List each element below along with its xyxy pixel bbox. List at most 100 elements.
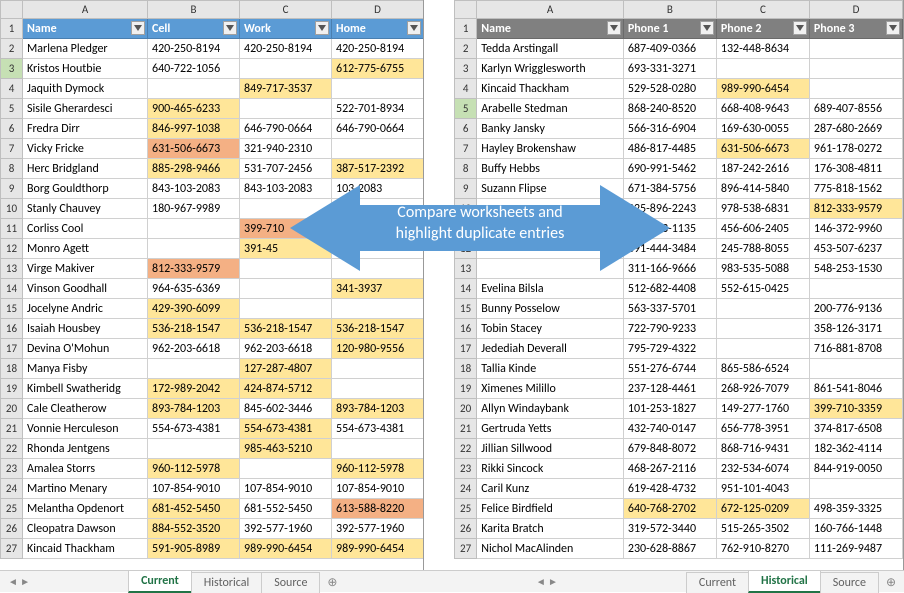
cell[interactable]: 107-854-9010 bbox=[240, 479, 332, 499]
cell[interactable]: 891-444-3484 bbox=[623, 239, 716, 259]
cell[interactable]: 893-784-1203 bbox=[332, 399, 424, 419]
cell[interactable]: 232-534-6074 bbox=[716, 459, 809, 479]
row-header-22[interactable]: 22 bbox=[1, 439, 23, 459]
cell[interactable]: 681-452-5450 bbox=[148, 499, 240, 519]
cell[interactable] bbox=[332, 139, 424, 159]
cell[interactable]: 420-250-8194 bbox=[240, 39, 332, 59]
cell[interactable]: 962-203-6618 bbox=[148, 339, 240, 359]
row-header-4[interactable]: 4 bbox=[455, 79, 477, 99]
row-header-12[interactable]: 12 bbox=[1, 239, 23, 259]
row-header-9[interactable]: 9 bbox=[455, 179, 477, 199]
cell[interactable]: 160-766-1448 bbox=[809, 519, 902, 539]
row-header-6[interactable]: 6 bbox=[1, 119, 23, 139]
filter-dropdown-icon[interactable] bbox=[407, 21, 421, 35]
cell[interactable]: 985-463-5210 bbox=[240, 439, 332, 459]
cell[interactable] bbox=[716, 319, 809, 339]
cell[interactable]: 983-535-5088 bbox=[716, 259, 809, 279]
tab-current[interactable]: Current bbox=[686, 572, 749, 593]
cell[interactable]: Suzann Flipse bbox=[477, 179, 624, 199]
cell[interactable]: 693-331-3271 bbox=[623, 59, 716, 79]
cell[interactable] bbox=[332, 259, 424, 279]
header-name[interactable]: Name bbox=[477, 19, 624, 39]
cell[interactable]: 515-265-3502 bbox=[716, 519, 809, 539]
cell[interactable]: Evelina Bilsla bbox=[477, 279, 624, 299]
cell[interactable]: Fredra Dirr bbox=[23, 119, 148, 139]
cell[interactable]: 311-166-9666 bbox=[623, 259, 716, 279]
cell[interactable]: 646-790-0664 bbox=[332, 119, 424, 139]
cell[interactable]: 392-577-1960 bbox=[240, 519, 332, 539]
row-header-18[interactable]: 18 bbox=[1, 359, 23, 379]
cell[interactable]: 268-926-7079 bbox=[716, 379, 809, 399]
col-header-D[interactable]: D bbox=[332, 1, 424, 19]
filter-dropdown-icon[interactable] bbox=[131, 21, 145, 35]
cell[interactable]: 456-606-2405 bbox=[716, 219, 809, 239]
row-header-17[interactable]: 17 bbox=[1, 339, 23, 359]
row-header-26[interactable]: 26 bbox=[455, 519, 477, 539]
col-header-C[interactable]: C bbox=[716, 1, 809, 19]
cell[interactable] bbox=[148, 439, 240, 459]
cell[interactable]: Amalea Storrs bbox=[23, 459, 148, 479]
cell[interactable]: Karlyn Wrigglesworth bbox=[477, 59, 624, 79]
cell[interactable]: Caril Kunz bbox=[477, 479, 624, 499]
row-header-2[interactable]: 2 bbox=[1, 39, 23, 59]
cell[interactable]: 341-3937 bbox=[332, 279, 424, 299]
cell[interactable]: 420-250-8194 bbox=[332, 39, 424, 59]
cell[interactable]: 548-253-1530 bbox=[809, 259, 902, 279]
cell[interactable]: 989-990-6454 bbox=[716, 79, 809, 99]
cell[interactable] bbox=[148, 239, 240, 259]
cell[interactable]: 613-588-8220 bbox=[332, 499, 424, 519]
filter-dropdown-icon[interactable] bbox=[700, 21, 714, 35]
cell[interactable] bbox=[809, 479, 902, 499]
row-header-16[interactable]: 16 bbox=[455, 319, 477, 339]
new-sheet-button[interactable]: ⊕ bbox=[319, 572, 345, 593]
cell[interactable]: 107-854-9010 bbox=[332, 479, 424, 499]
cell[interactable]: 554-673-4381 bbox=[148, 419, 240, 439]
cell[interactable]: 846-997-1038 bbox=[148, 119, 240, 139]
cell[interactable] bbox=[716, 59, 809, 79]
cell[interactable]: 120-980-9556 bbox=[332, 339, 424, 359]
row-header-9[interactable]: 9 bbox=[1, 179, 23, 199]
header-home[interactable]: Home bbox=[332, 19, 424, 39]
col-header-A[interactable]: A bbox=[23, 1, 148, 19]
row-header-19[interactable]: 19 bbox=[1, 379, 23, 399]
cell[interactable]: Arabelle Stedman bbox=[477, 99, 624, 119]
cell[interactable] bbox=[477, 259, 624, 279]
cell[interactable]: Ximenes Milillo bbox=[477, 379, 624, 399]
cell[interactable] bbox=[240, 299, 332, 319]
row-header-10[interactable]: 10 bbox=[1, 199, 23, 219]
row-header-15[interactable]: 15 bbox=[1, 299, 23, 319]
row-header-23[interactable]: 23 bbox=[455, 459, 477, 479]
header-work[interactable]: Work bbox=[240, 19, 332, 39]
cell[interactable]: Felice Birdfield bbox=[477, 499, 624, 519]
cell[interactable] bbox=[332, 239, 424, 259]
cell[interactable]: Devina O'Mohun bbox=[23, 339, 148, 359]
corner-cell[interactable] bbox=[1, 1, 23, 19]
row-header-27[interactable]: 27 bbox=[1, 539, 23, 559]
row-header-3[interactable]: 3 bbox=[455, 59, 477, 79]
row-header-1[interactable]: 1 bbox=[455, 19, 477, 39]
cell[interactable]: 843-103-2083 bbox=[240, 179, 332, 199]
cell[interactable] bbox=[809, 39, 902, 59]
row-header-5[interactable]: 5 bbox=[1, 99, 23, 119]
row-header-18[interactable]: 18 bbox=[455, 359, 477, 379]
cell[interactable]: 146-372-9960 bbox=[809, 219, 902, 239]
cell[interactable]: 978-538-6831 bbox=[716, 199, 809, 219]
cell[interactable] bbox=[332, 439, 424, 459]
row-header-13[interactable]: 13 bbox=[1, 259, 23, 279]
row-header-11[interactable]: 11 bbox=[455, 219, 477, 239]
cell[interactable]: 180-967-9989 bbox=[148, 199, 240, 219]
cell[interactable]: Tedda Arstingall bbox=[477, 39, 624, 59]
cell[interactable]: 671-384-5756 bbox=[623, 179, 716, 199]
cell[interactable]: Stanly Chauvey bbox=[23, 199, 148, 219]
cell[interactable]: Vonnie Herculeson bbox=[23, 419, 148, 439]
cell[interactable]: 861-541-8046 bbox=[809, 379, 902, 399]
tab-nav-right[interactable]: ◄ ► bbox=[528, 571, 566, 592]
cell[interactable]: Herc Bridgland bbox=[23, 159, 148, 179]
cell[interactable]: 420-250-8194 bbox=[148, 39, 240, 59]
cell[interactable]: 172-989-2042 bbox=[148, 379, 240, 399]
row-header-12[interactable]: 12 bbox=[455, 239, 477, 259]
cell[interactable]: Marlena Pledger bbox=[23, 39, 148, 59]
row-header-2[interactable]: 2 bbox=[455, 39, 477, 59]
col-header-B[interactable]: B bbox=[148, 1, 240, 19]
col-header-D[interactable]: D bbox=[809, 1, 902, 19]
